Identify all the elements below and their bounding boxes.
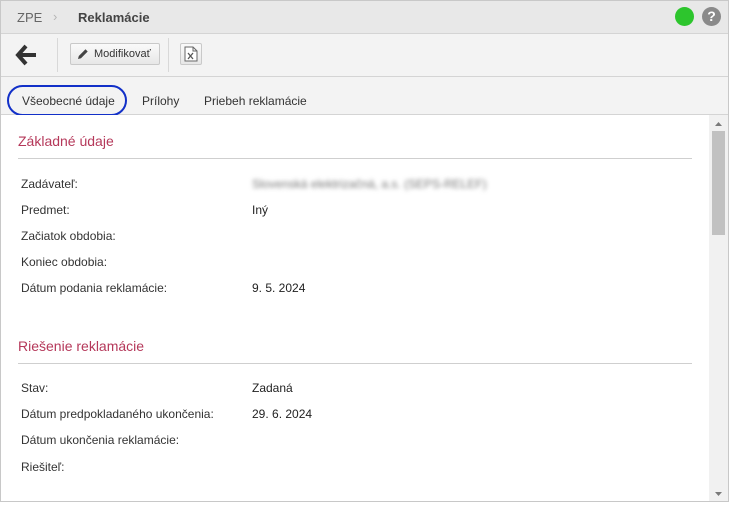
excel-export-button[interactable] [180, 43, 202, 65]
pencil-icon [78, 49, 88, 59]
breadcrumb-current: Reklamácie [78, 10, 150, 25]
field-value-subject: Iný [252, 203, 269, 217]
vertical-scrollbar[interactable] [709, 115, 728, 501]
tab-attachments[interactable]: Prílohy [142, 94, 179, 108]
toolbar-divider [168, 38, 169, 72]
excel-export-icon [184, 46, 198, 62]
section-divider [18, 158, 692, 159]
field-label-submitter: Zadávateľ: [21, 177, 78, 191]
window: ZPE › Reklamácie ? Modifikovať Všeobecné… [0, 0, 729, 502]
tab-bar: Všeobecné údaje Prílohy Priebeh reklamác… [1, 77, 728, 115]
detail-panel: Základné údaje Zadávateľ: Slovenská elek… [1, 115, 709, 501]
scroll-up-arrow-icon[interactable] [709, 117, 728, 129]
field-value-expected-end: 29. 6. 2024 [252, 407, 313, 421]
toolbar: Modifikovať [1, 34, 728, 77]
arrow-left-icon [15, 44, 36, 66]
tab-general[interactable]: Všeobecné údaje [22, 94, 115, 108]
field-label-solver: Riešiteľ: [21, 460, 65, 474]
tab-progress[interactable]: Priebeh reklamácie [204, 94, 307, 108]
field-value-submission-date: 9. 5. 2024 [252, 281, 306, 295]
scroll-down-arrow-icon[interactable] [709, 487, 728, 499]
back-button[interactable] [15, 44, 39, 66]
section-divider [18, 363, 692, 364]
breadcrumb-root[interactable]: ZPE [17, 10, 42, 25]
modify-button-label: Modifikovať [94, 48, 151, 60]
field-label-end-date: Dátum ukončenia reklamácie: [21, 433, 180, 447]
field-label-period-end: Koniec obdobia: [21, 255, 108, 269]
section-title-basic: Základné údaje [18, 133, 114, 149]
field-label-state: Stav: [21, 381, 49, 395]
scrollbar-thumb[interactable] [712, 131, 725, 235]
field-label-expected-end: Dátum predpokladaného ukončenia: [21, 407, 214, 421]
field-label-submission-date: Dátum podania reklamácie: [21, 281, 168, 295]
modify-button[interactable]: Modifikovať [70, 43, 160, 65]
field-value-submitter: Slovenská elektrizačná, a.s. (SEPS-RELEF… [252, 177, 487, 191]
toolbar-divider [57, 38, 58, 72]
breadcrumb-separator: › [53, 9, 58, 24]
title-bar: ZPE › Reklamácie ? [1, 1, 728, 34]
status-indicator [675, 7, 694, 26]
field-value-state: Zadaná [252, 381, 293, 395]
section-title-resolution: Riešenie reklamácie [18, 338, 145, 354]
field-label-subject: Predmet: [21, 203, 70, 217]
help-icon[interactable]: ? [702, 7, 721, 26]
field-label-period-start: Začiatok obdobia: [21, 229, 116, 243]
